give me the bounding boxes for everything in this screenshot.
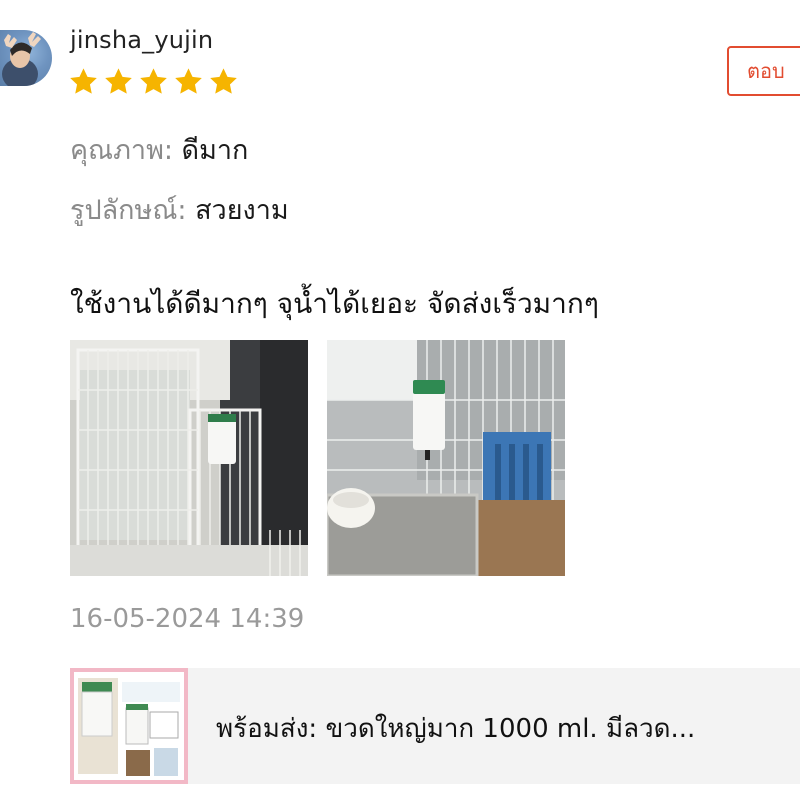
star-icon <box>70 68 97 94</box>
attribute-label: คุณภาพ: <box>70 135 182 166</box>
attribute-value: ดีมาก <box>181 135 249 166</box>
product-thumbnail-image <box>70 668 188 784</box>
star-icon <box>210 68 237 94</box>
product-link[interactable]: พร้อมส่ง: ขวดใหญ่มาก 1000 ml. มีลวด... <box>70 668 800 784</box>
bottle-photo-image <box>327 340 565 576</box>
attribute-quality: คุณภาพ: ดีมาก <box>70 128 248 171</box>
rating-stars <box>68 66 239 97</box>
cage-photo-image <box>70 340 308 576</box>
review-photo[interactable] <box>327 340 565 576</box>
avatar-photo <box>2 32 41 86</box>
attribute-label: รูปลักษณ์: <box>70 195 196 226</box>
review-photo[interactable] <box>70 340 308 576</box>
star-icon <box>175 68 202 94</box>
product-name: พร้อมส่ง: ขวดใหญ่มาก 1000 ml. มีลวด... <box>216 714 696 744</box>
reviewer-username[interactable]: jinsha_yujin <box>70 26 213 54</box>
attribute-value: สวยงาม <box>195 195 289 226</box>
avatar[interactable] <box>0 30 52 86</box>
review-timestamp: 16-05-2024 14:39 <box>70 604 305 634</box>
review-text: ใช้งานได้ดีมากๆ จุน้ำได้เยอะ จัดส่งเร็วม… <box>70 287 599 320</box>
star-icon <box>105 68 132 94</box>
product-thumbnail <box>70 668 188 784</box>
star-icon <box>140 68 167 94</box>
attribute-appearance: รูปลักษณ์: สวยงาม <box>70 188 289 231</box>
reply-button[interactable]: ตอบ <box>727 46 800 96</box>
